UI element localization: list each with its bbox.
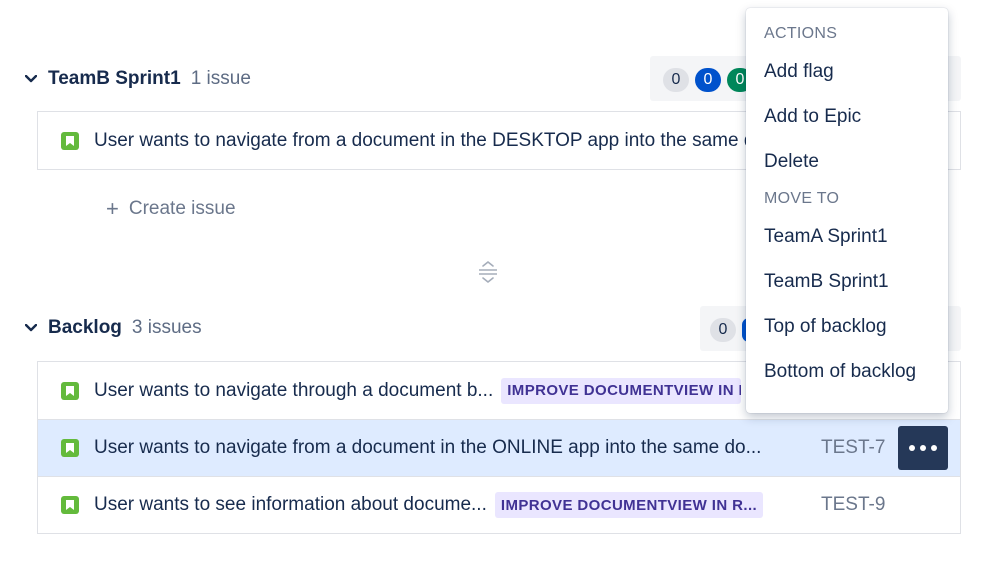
epic-label[interactable]: IMPROVE DOCUMENTVIEW IN R... — [494, 492, 764, 518]
plus-icon: + — [106, 196, 119, 221]
menu-item-teama-sprint1[interactable]: TeamA Sprint1 — [746, 214, 948, 259]
menu-item-top-of-backlog[interactable]: Top of backlog — [746, 304, 948, 349]
issue-summary: User wants to see information about docu… — [94, 494, 487, 515]
menu-group-actions: ACTIONS — [764, 25, 838, 42]
chevron-down-icon[interactable] — [22, 319, 40, 337]
more-actions-button[interactable] — [898, 426, 948, 470]
backlog-issue-count: 3 issues — [131, 317, 202, 338]
dot-icon — [931, 445, 937, 451]
issue-summary: User wants to navigate from a document i… — [94, 129, 794, 151]
todo-count-badge: 0 — [710, 318, 736, 342]
epic-label[interactable]: IMPROVE DOCUMENTVIEW IN RIBBON — [501, 377, 742, 404]
dot-icon — [920, 445, 926, 451]
todo-count-badge: 0 — [663, 68, 689, 92]
sprint-estimate-badges: 0 0 0 — [663, 68, 753, 92]
backlog-header[interactable]: Backlog 3 issues — [22, 308, 202, 348]
menu-item-add-flag[interactable]: Add flag — [746, 49, 948, 94]
sprint-issue-count: 1 issue — [190, 68, 251, 89]
story-icon — [61, 439, 79, 457]
issue-summary: User wants to navigate through a documen… — [94, 379, 494, 401]
story-icon — [61, 131, 79, 150]
issue-key[interactable]: TEST-7 — [821, 437, 885, 459]
drag-handle-icon[interactable] — [477, 260, 499, 284]
menu-group-move-to: MOVE TO — [764, 190, 840, 207]
create-issue-label: Create issue — [128, 198, 236, 219]
issue-row-selected[interactable]: User wants to navigate from a document i… — [38, 419, 960, 476]
chevron-down-icon[interactable] — [22, 70, 40, 88]
dot-icon — [909, 445, 915, 451]
menu-item-teamb-sprint1[interactable]: TeamB Sprint1 — [746, 259, 948, 304]
menu-item-add-to-epic[interactable]: Add to Epic — [746, 94, 948, 139]
actions-menu: ACTIONS Add flag Add to Epic Delete MOVE… — [746, 8, 948, 413]
backlog-title: Backlog — [48, 317, 122, 338]
in-progress-count-badge: 0 — [695, 68, 721, 92]
issue-key[interactable]: TEST-9 — [821, 494, 885, 516]
story-icon — [61, 496, 79, 514]
issue-summary: User wants to navigate from a document i… — [94, 437, 762, 458]
create-issue-button[interactable]: + Create issue — [106, 196, 236, 222]
menu-item-bottom-of-backlog[interactable]: Bottom of backlog — [746, 349, 948, 394]
menu-item-delete[interactable]: Delete — [746, 139, 948, 184]
issue-row[interactable]: User wants to see information about docu… — [38, 476, 960, 533]
sprint-header[interactable]: TeamB Sprint1 1 issue — [22, 59, 251, 99]
story-icon — [61, 381, 79, 400]
sprint-title: TeamB Sprint1 — [48, 68, 181, 89]
